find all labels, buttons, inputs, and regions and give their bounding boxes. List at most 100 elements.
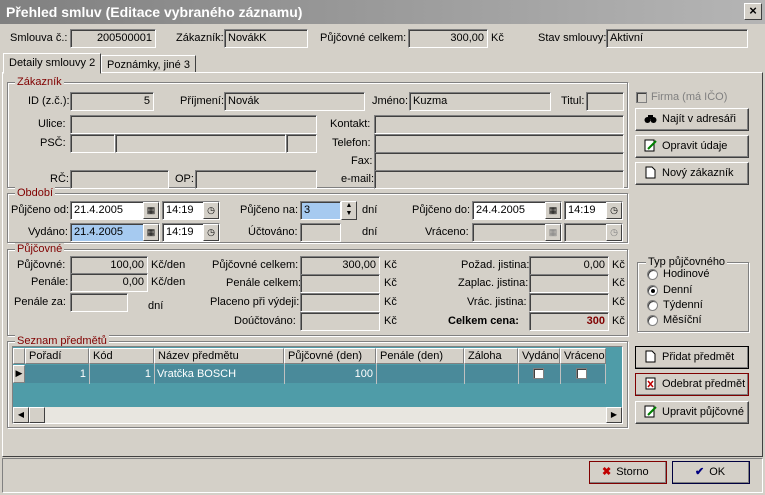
penalty-label: Penále: [31,276,69,288]
scroll-left-icon[interactable]: ◀ [13,407,29,423]
name-label: Jméno: [372,95,409,107]
cell-code: 1 [144,368,151,380]
surname-label: Příjmení: [180,95,225,107]
rental-group-title: Půjčovné [15,243,65,255]
column-penalty[interactable]: Penále (den) [376,348,464,364]
rc-field [70,170,169,189]
column-rent[interactable]: Půjčovné (den) [284,348,376,364]
currency-label: Kč [612,296,625,308]
new-document-icon [644,350,657,363]
penalty-total-field [300,274,380,293]
psc-field [70,134,115,153]
returned-label: Vráceno: [425,226,469,238]
customer-field: NovákK [224,29,308,48]
currency-label: Kč [384,259,397,271]
edit-customer-button[interactable]: Opravit údaje [635,135,749,158]
lent-for-days[interactable]: 3 [300,201,341,220]
returned-checkbox[interactable] [576,368,587,379]
penalty-total-label: Penále celkem: [226,277,302,289]
contract-number-field: 200500001 [70,29,156,48]
penalty-unit: Kč/den [151,276,186,288]
cancel-label: Storno [616,466,649,478]
ok-label: OK [709,466,726,478]
contact-field [374,115,624,134]
column-code[interactable]: Kód [89,348,154,364]
penalty-for-field [70,293,128,312]
radio-hourly[interactable] [647,269,658,280]
find-in-directory-button[interactable]: Najít v adresáři [635,108,749,131]
cell-rent: 100 [354,368,373,380]
currency-label: Kč [612,259,625,271]
scroll-right-icon[interactable]: ▶ [606,407,622,423]
extra-label: Doúčtováno: [234,315,296,327]
calendar-icon[interactable]: ▦ [143,224,159,241]
window-title: Přehled smluv (Editace vybraného záznamu… [6,4,303,20]
lent-to-label: Půjčeno do: [412,204,471,216]
deposit-returned-label: Vrác. jistina: [467,296,527,308]
contract-state-field: Aktivní [606,29,748,48]
column-name[interactable]: Název předmětu [154,348,284,364]
row-selector-icon[interactable]: ▶ [13,365,25,383]
radio-weekly[interactable] [647,300,658,311]
horizontal-scrollbar[interactable]: ◀ ▶ [13,407,622,423]
column-issued[interactable]: Vydáno [518,348,560,364]
currency-label: Kč [612,277,625,289]
ok-button[interactable]: ✔ OK [672,461,750,484]
contract-number-label: Smlouva č.: [10,32,68,44]
column-order[interactable]: Pořadí [25,348,89,364]
deposit-paid-label: Zaplac. jistina: [458,277,529,289]
clock-icon[interactable]: ◷ [203,224,219,241]
calendar-icon[interactable]: ▦ [545,202,561,219]
cancel-icon: ✖ [602,466,612,478]
clock-icon[interactable]: ◷ [203,202,219,219]
cancel-button[interactable]: ✖ Storno [589,461,667,484]
clock-icon[interactable]: ◷ [606,202,622,219]
penalty-for-unit: dní [148,300,164,312]
deposit-paid-field [529,274,609,293]
calendar-icon[interactable]: ▦ [143,202,159,219]
currency-label: Kč [384,315,397,327]
deposit-required-label: Požad. jistina: [461,259,530,271]
firm-label: Firma (má IČO) [651,91,728,103]
currency-label: Kč [384,296,397,308]
add-item-button[interactable]: Přidat předmět [635,346,749,369]
cell-penalty [376,366,464,382]
column-returned[interactable]: Vráceno [560,348,606,364]
edit-document-icon [644,405,657,418]
radio-monthly[interactable] [647,315,658,326]
paid-field [300,293,380,312]
edit-rental-label: Upravit půjčovné [662,406,744,418]
window-title-bar: Přehled smluv (Editace vybraného záznamu… [0,0,765,24]
customer-label: Zákazník: [176,32,224,44]
binoculars-icon [644,112,657,125]
firm-checkbox[interactable] [636,92,647,103]
total-price-label: Celkem cena: [448,315,519,327]
contact-label: Kontakt: [330,118,371,130]
spinner-icon[interactable]: ▲ ▼ [341,201,357,220]
city-field [115,134,286,153]
deposit-returned-field [529,293,609,312]
scroll-thumb[interactable] [29,407,45,423]
lent-for-unit: dní [362,204,378,216]
tab-details[interactable]: Detaily smlouvy 2 [3,53,102,74]
contract-state-label: Stav smlouvy: [538,32,607,44]
issued-checkbox[interactable] [533,368,544,379]
close-icon[interactable]: × [744,3,762,20]
fax-field [374,152,624,171]
titul-field [586,92,624,111]
tab-notes-label: Poznámky, jiné 3 [107,59,190,71]
new-customer-button[interactable]: Nový zákazník [635,162,749,185]
paid-label: Placeno při výdeji: [210,296,300,308]
rental-total-currency: Kč [491,32,504,44]
column-deposit[interactable]: Záloha [464,348,518,364]
extra-field [300,312,380,331]
edit-rental-button[interactable]: Upravit půjčovné [635,401,749,424]
rental-total-label: Půjčovné celkem: [320,32,407,44]
remove-item-button[interactable]: Odebrat předmět [635,373,749,396]
tab-notes[interactable]: Poznámky, jiné 3 [101,55,196,72]
delete-document-icon [644,377,657,390]
radio-daily[interactable] [647,285,658,296]
customer-group-title: Zákazník [15,76,64,88]
radio-monthly-label: Měsíční [663,314,702,326]
id-field: 5 [70,92,154,111]
